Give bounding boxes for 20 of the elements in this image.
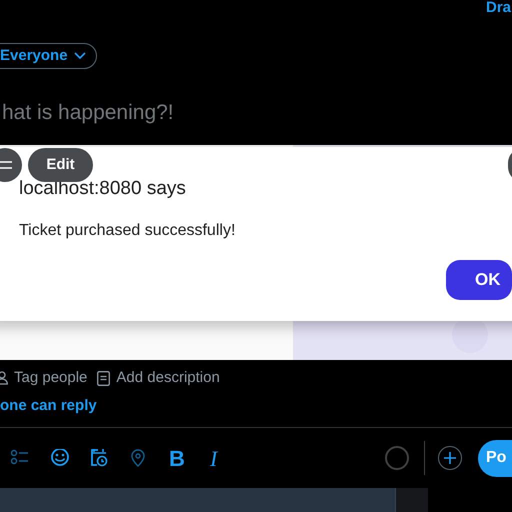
edit-button[interactable]: Edit	[28, 148, 93, 182]
bold-button[interactable]: B	[167, 442, 206, 474]
alert-message: Ticket purchased successfully!	[19, 220, 236, 240]
menu-icon	[0, 161, 12, 169]
plus-icon	[444, 452, 456, 464]
ok-button[interactable]: OK	[446, 260, 512, 300]
emoji-icon	[50, 449, 70, 467]
progress-ring-icon	[385, 446, 409, 470]
audience-button[interactable]: Everyone	[0, 43, 97, 69]
add-post-button[interactable]	[438, 446, 462, 470]
document-icon	[97, 370, 110, 386]
italic-button[interactable]: I	[206, 442, 245, 474]
add-description-button[interactable]: Add description	[97, 366, 220, 390]
chevron-down-icon	[74, 52, 86, 60]
poll-icon	[11, 449, 31, 467]
tag-people-button[interactable]: Tag people	[0, 366, 88, 390]
drafts-link[interactable]: Dra	[486, 0, 511, 20]
calendar-clock-icon	[89, 449, 109, 467]
reply-setting-link[interactable]: one can reply	[0, 397, 97, 414]
post-text-field[interactable]: hat is happening?!	[2, 97, 512, 128]
